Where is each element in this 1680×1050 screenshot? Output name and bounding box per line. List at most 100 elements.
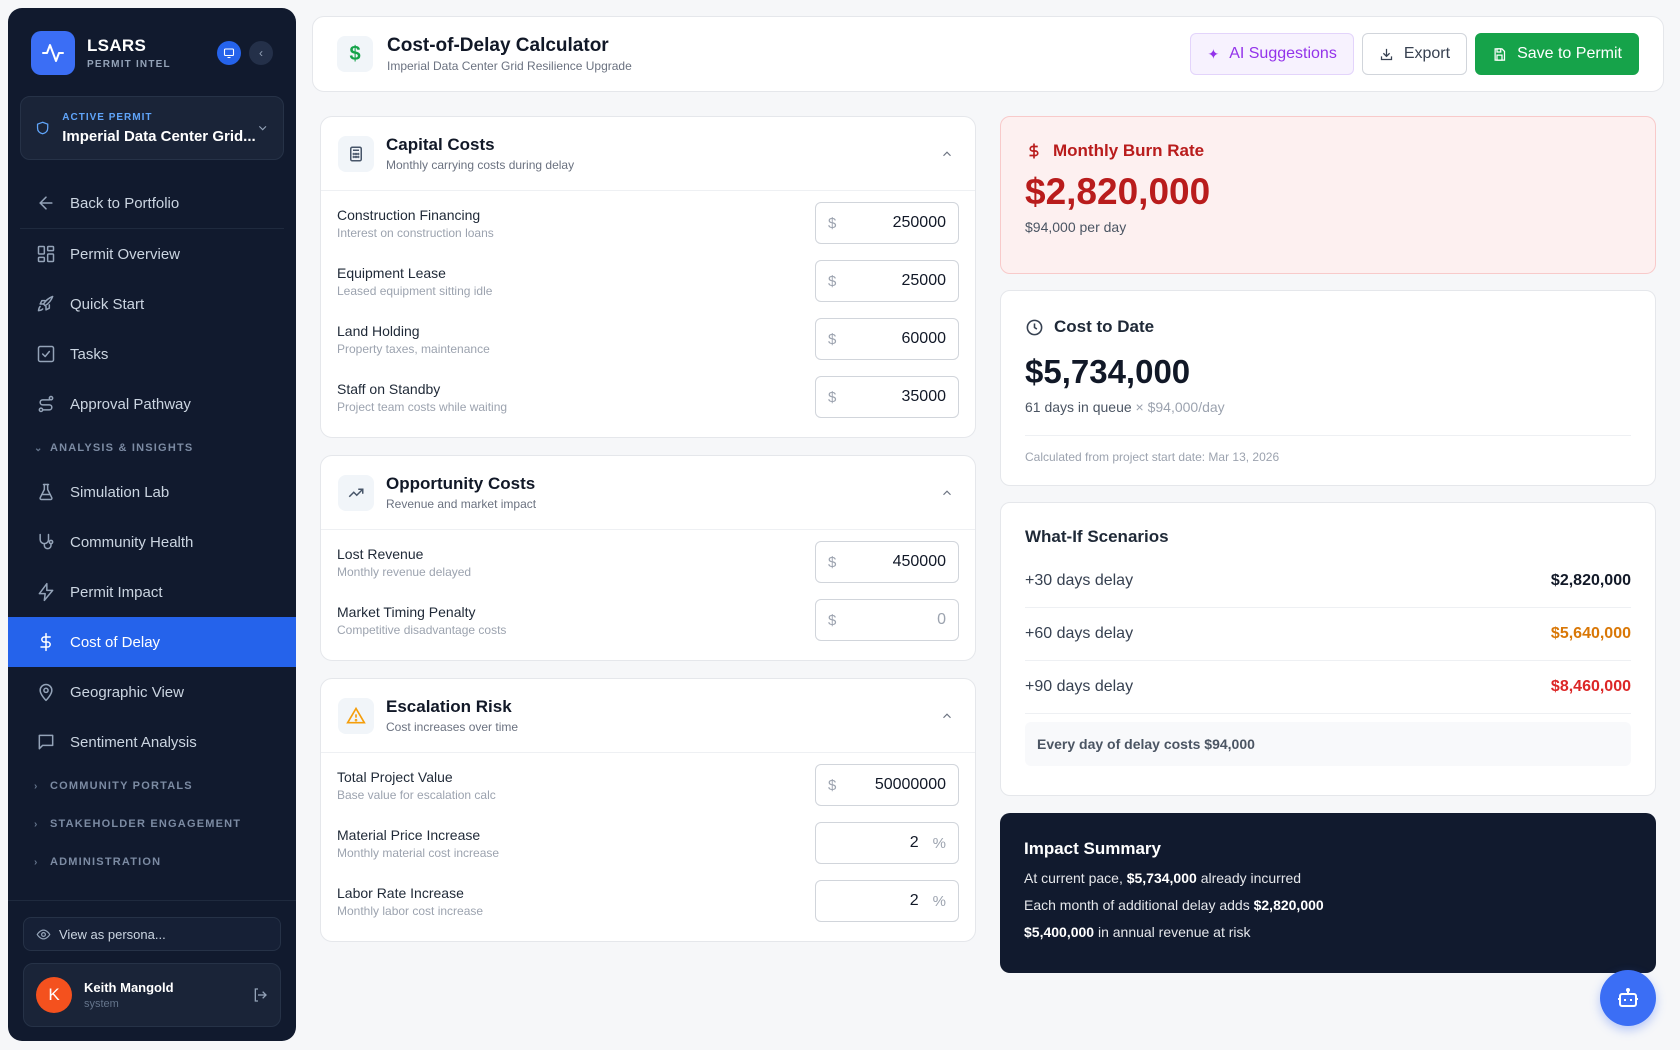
eye-icon <box>36 928 51 940</box>
logout-icon[interactable] <box>252 987 268 1003</box>
sidebar-item-label: Back to Portfolio <box>70 194 180 212</box>
sidebar-item-back-to-portfolio[interactable]: Back to Portfolio <box>8 178 296 228</box>
ai-suggestions-button[interactable]: ✦ AI Suggestions <box>1190 33 1354 75</box>
input-value: 60000 <box>901 330 947 347</box>
field-label: Equipment Lease <box>337 264 446 281</box>
sidebar-item-cost-of-delay[interactable]: Cost of Delay <box>8 617 296 667</box>
input-placeholder: 0 <box>937 611 946 628</box>
percent-suffix: % <box>932 834 946 852</box>
section-administration[interactable]: › ADMINISTRATION <box>8 843 296 881</box>
sidebar-item-sentiment-analysis[interactable]: Sentiment Analysis <box>8 717 296 767</box>
collapse-sidebar-icon[interactable]: ‹ <box>249 41 273 65</box>
sidebar-item-approval-pathway[interactable]: Approval Pathway <box>8 379 296 429</box>
arrow-left-icon <box>39 196 53 210</box>
sidebar-item-permit-impact[interactable]: Permit Impact <box>8 567 296 617</box>
page-subtitle: Imperial Data Center Grid Resilience Upg… <box>387 59 632 73</box>
section-label: COMMUNITY PORTALS <box>50 780 193 792</box>
field-label: Material Price Increase <box>337 826 481 843</box>
currency-prefix: $ <box>828 272 837 290</box>
material-price-increase-input[interactable]: 2% <box>815 822 959 864</box>
impact-text: already incurred <box>1200 870 1302 886</box>
field-help: Base value for escalation calc <box>337 787 496 802</box>
chevron-down-icon: ⌄ <box>34 442 44 454</box>
sidebar-item-simulation-lab[interactable]: Simulation Lab <box>8 467 296 517</box>
scenario-row: +90 days delay $8,460,000 <box>1025 661 1631 714</box>
field-help: Monthly labor cost increase <box>337 903 484 918</box>
capital-costs-title: Capital Costs <box>386 135 495 154</box>
input-value: 2 <box>909 834 919 851</box>
capital-costs-card: Capital Costs Monthly carrying costs dur… <box>320 116 976 438</box>
labor-rate-increase-input[interactable]: 2% <box>815 880 959 922</box>
field-label: Staff on Standby <box>337 380 441 397</box>
sidebar-item-label: Permit Overview <box>70 245 181 263</box>
sidebar-item-label: Simulation Lab <box>70 483 170 501</box>
section-community-portals[interactable]: › COMMUNITY PORTALS <box>8 767 296 805</box>
brand: LSARS PERMIT INTEL ‹ <box>8 8 296 80</box>
download-icon <box>1380 48 1392 60</box>
field-label: Lost Revenue <box>337 545 424 562</box>
stethoscope-icon <box>39 533 54 550</box>
chevron-right-icon: › <box>34 856 39 868</box>
input-value: 25000 <box>901 272 947 289</box>
escalation-risk-card: Escalation Risk Cost increases over time… <box>320 678 976 942</box>
labor-rate-increase-field: Labor Rate Increase Monthly labor cost in… <box>321 872 975 930</box>
monthly-burn-rate-card: Monthly Burn Rate $2,820,000 $94,000 per… <box>1000 116 1656 274</box>
what-if-scenarios-card: What-If Scenarios +30 days delay $2,820,… <box>1000 502 1656 796</box>
map-pin-icon <box>39 683 53 702</box>
currency-prefix: $ <box>828 553 837 571</box>
equipment-lease-input[interactable]: $25000 <box>815 260 959 302</box>
capital-costs-subtitle: Monthly carrying costs during delay <box>386 158 575 172</box>
chevron-up-icon[interactable] <box>936 482 958 504</box>
sidebar-footer: View as persona... K Keith Mangold syste… <box>8 900 296 1041</box>
sidebar: LSARS PERMIT INTEL ‹ ACTIVE PERMIT Imper… <box>8 8 296 1041</box>
app-subtitle: PERMIT INTEL <box>87 59 171 70</box>
sidebar-item-label: Permit Impact <box>70 583 163 601</box>
assistant-bot-button[interactable] <box>1600 970 1656 1026</box>
chat-toggle-icon[interactable] <box>217 41 241 65</box>
activity-logo-icon <box>31 31 75 75</box>
sidebar-item-permit-overview[interactable]: Permit Overview <box>8 229 296 279</box>
sidebar-item-community-health[interactable]: Community Health <box>8 517 296 567</box>
sidebar-item-geographic-view[interactable]: Geographic View <box>8 667 296 717</box>
sidebar-item-tasks[interactable]: Tasks <box>8 329 296 379</box>
chevron-up-icon[interactable] <box>936 143 958 165</box>
daily-rate: × $94,000/day <box>1135 399 1225 415</box>
save-to-permit-button[interactable]: Save to Permit <box>1475 33 1639 75</box>
trending-up-icon <box>338 474 374 511</box>
app-name: LSARS <box>87 36 147 55</box>
impact-line-revenue: $5,400,000 in annual revenue at risk <box>1024 924 1632 940</box>
currency-prefix: $ <box>828 330 837 348</box>
chevron-up-icon[interactable] <box>936 705 958 727</box>
market-timing-penalty-field: Market Timing Penalty Competitive disadva… <box>321 591 975 649</box>
lost-revenue-input[interactable]: $450000 <box>815 541 959 583</box>
avatar: K <box>36 977 72 1013</box>
view-as-persona-button[interactable]: View as persona... <box>23 917 281 951</box>
market-timing-penalty-input[interactable]: $0 <box>815 599 959 641</box>
field-help: Project team costs while waiting <box>337 399 508 414</box>
field-help: Monthly material cost increase <box>337 845 500 860</box>
cost-to-date-amount: $5,734,000 <box>1025 353 1191 390</box>
shield-icon <box>36 121 49 135</box>
field-help: Property taxes, maintenance <box>337 341 490 356</box>
section-stakeholder-engagement[interactable]: › STAKEHOLDER ENGAGEMENT <box>8 805 296 843</box>
currency-prefix: $ <box>828 611 837 629</box>
flask-icon <box>39 483 53 501</box>
field-help: Interest on construction loans <box>337 225 494 240</box>
sparkles-icon: ✦ <box>1207 45 1220 62</box>
section-analysis-insights[interactable]: ⌄ ANALYSIS & INSIGHTS <box>8 429 296 467</box>
chevron-down-icon <box>258 125 267 131</box>
total-project-value-input[interactable]: $50000000 <box>815 764 959 806</box>
field-help: Leased equipment sitting idle <box>337 283 493 298</box>
active-permit-name: Imperial Data Center Grid... <box>62 127 256 145</box>
currency-prefix: $ <box>828 388 837 406</box>
impact-value: $5,400,000 <box>1024 924 1095 940</box>
chat-icon <box>38 734 54 750</box>
dollar-icon <box>1029 143 1039 159</box>
construction-financing-input[interactable]: $250000 <box>815 202 959 244</box>
sidebar-item-label: Sentiment Analysis <box>70 733 197 751</box>
export-button[interactable]: Export <box>1361 33 1468 75</box>
sidebar-item-quick-start[interactable]: Quick Start <box>8 279 296 329</box>
active-permit-selector[interactable]: ACTIVE PERMIT Imperial Data Center Grid.… <box>20 96 284 160</box>
staff-on-standby-input[interactable]: $35000 <box>815 376 959 418</box>
land-holding-input[interactable]: $60000 <box>815 318 959 360</box>
